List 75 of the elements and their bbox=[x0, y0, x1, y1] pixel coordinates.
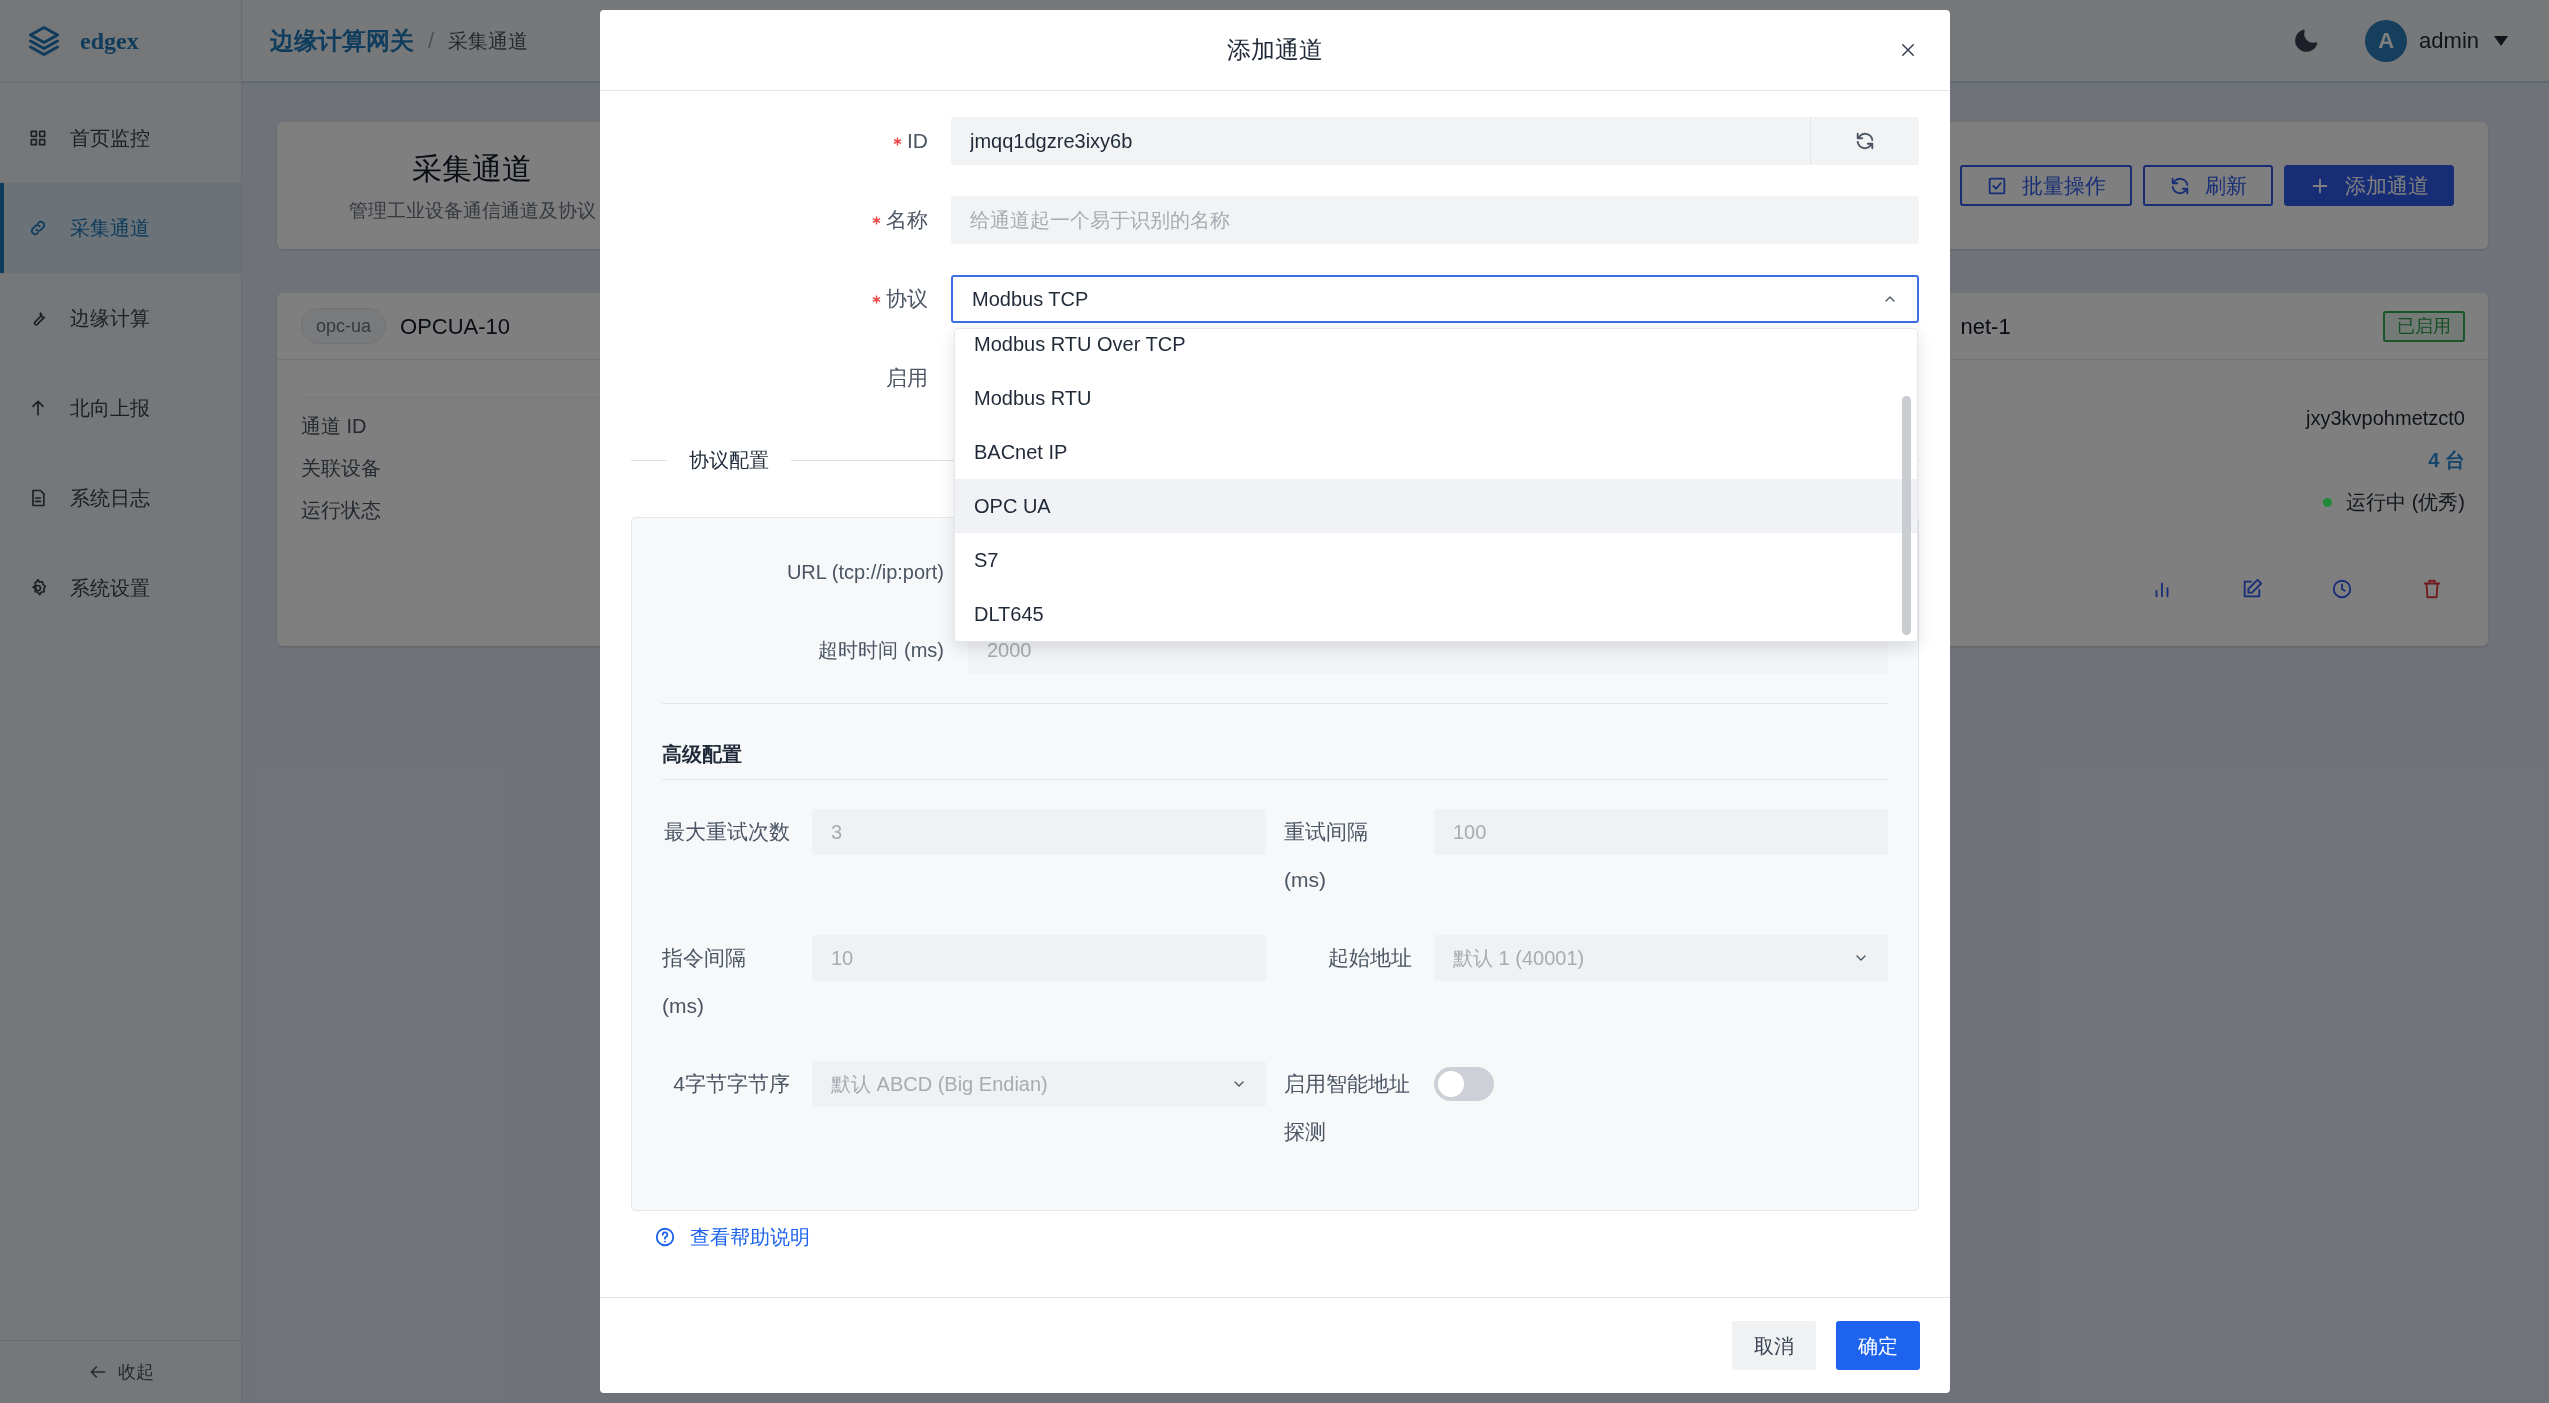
user-name[interactable]: admin bbox=[2419, 24, 2479, 57]
page-subtitle: 管理工业设备通信通道及协议 bbox=[348, 198, 596, 223]
field-label: 最大重试次数 bbox=[664, 819, 790, 845]
sidebar-item[interactable]: 系统设置 bbox=[0, 543, 241, 633]
protocol-tag: opc-ua bbox=[301, 308, 387, 344]
field-label: 指令间隔 (ms) bbox=[662, 945, 747, 1019]
field-label: 关联设备 bbox=[301, 456, 381, 481]
field-label: 通道 ID bbox=[301, 414, 367, 439]
input-field[interactable]: jmqq1dgzre3ixy6b bbox=[951, 117, 1810, 165]
status-badge: 已启用 bbox=[2383, 310, 2465, 342]
section-title: 协议配置 bbox=[689, 448, 769, 473]
field-label: URL (tcp://ip:port) bbox=[786, 560, 944, 585]
refresh-button[interactable] bbox=[1810, 117, 1919, 165]
input-field[interactable]: 100 bbox=[1434, 809, 1888, 855]
add-button[interactable]: 添加通道 bbox=[2284, 165, 2454, 206]
cancel-button[interactable]: 取消 bbox=[1732, 1321, 1816, 1370]
channel-name: net-1 bbox=[1960, 312, 2011, 341]
sidebar-item[interactable]: 采集通道 bbox=[0, 183, 241, 273]
field-label: ID bbox=[907, 128, 928, 155]
select-field[interactable]: Modbus TCP bbox=[951, 275, 1919, 323]
breadcrumb-item: 采集通道 bbox=[448, 28, 529, 54]
caret-down-icon[interactable] bbox=[2493, 34, 2509, 47]
input-field[interactable]: 给通道起一个易于识别的名称 bbox=[951, 196, 1919, 244]
help-icon bbox=[654, 1226, 676, 1248]
close-icon bbox=[1899, 41, 1917, 59]
toolbar-button[interactable]: 批量操作 bbox=[1960, 165, 2132, 206]
delete-button[interactable] bbox=[2421, 578, 2443, 600]
field-label: 名称 bbox=[886, 207, 928, 234]
edit-button[interactable] bbox=[2241, 578, 2263, 600]
trash-icon bbox=[2421, 578, 2443, 600]
dropdown-option[interactable]: S7 bbox=[955, 533, 1917, 587]
field-label: 4字节字节序 bbox=[673, 1071, 790, 1097]
section-title: 高级配置 bbox=[662, 742, 743, 767]
field-label: 启用智能地址探测 bbox=[1284, 1071, 1411, 1145]
field-label: 运行状态 bbox=[301, 498, 381, 523]
clock-icon bbox=[2331, 578, 2353, 600]
avatar[interactable]: A bbox=[2365, 19, 2408, 62]
page-title: 采集通道 bbox=[412, 150, 532, 187]
confirm-button[interactable]: 确定 bbox=[1836, 1321, 1920, 1370]
field-label: 启用 bbox=[886, 365, 928, 392]
scrollbar[interactable] bbox=[1902, 396, 1911, 635]
breadcrumb-item[interactable]: 边缘计算网关 bbox=[270, 22, 414, 59]
input-field[interactable]: 3 bbox=[812, 809, 1266, 855]
input-field[interactable]: 10 bbox=[812, 935, 1266, 981]
select-field[interactable]: 默认 ABCD (Big Endian) bbox=[812, 1061, 1266, 1107]
stacked-layers-icon bbox=[26, 23, 62, 59]
breadcrumb-separator: / bbox=[428, 27, 435, 55]
field-label: 协议 bbox=[886, 286, 928, 313]
collapse-button[interactable]: 收起 bbox=[87, 1358, 154, 1386]
edit-icon bbox=[2241, 578, 2263, 600]
logo-text: edgex bbox=[80, 27, 139, 56]
link-icon bbox=[28, 218, 48, 238]
sidebar-item[interactable]: 首页监控 bbox=[0, 93, 241, 183]
select-field[interactable]: 默认 1 (40001) bbox=[1434, 935, 1888, 981]
status-text: 运行中 (优秀) bbox=[2346, 490, 2465, 515]
toggle-switch[interactable] bbox=[1434, 1067, 1494, 1101]
device-count: 4 台 bbox=[2428, 448, 2465, 473]
field-label: 起始地址 bbox=[1328, 945, 1412, 971]
sidebar-item[interactable]: 北向上报 bbox=[0, 363, 241, 453]
field-label: 超时时间 (ms) bbox=[818, 638, 944, 663]
field-label: 重试间隔 (ms) bbox=[1284, 819, 1369, 893]
grid-icon bbox=[28, 128, 48, 148]
channel-name: OPCUA-10 bbox=[400, 312, 511, 341]
dropdown-option[interactable]: OPC UA bbox=[955, 479, 1917, 533]
sidebar-item[interactable]: 系统日志 bbox=[0, 453, 241, 543]
toolbar-button[interactable]: 刷新 bbox=[2143, 165, 2273, 206]
dialog-title: 添加通道 bbox=[1227, 35, 1323, 65]
dropdown-option[interactable]: Modbus RTU Over TCP bbox=[955, 329, 1917, 371]
dropdown-option[interactable]: BACnet IP bbox=[955, 425, 1917, 479]
history-button[interactable] bbox=[2331, 578, 2353, 600]
dropdown-option[interactable]: Modbus RTU bbox=[955, 371, 1917, 425]
sidebar-item[interactable]: 边缘计算 bbox=[0, 273, 241, 363]
refresh-icon bbox=[1854, 130, 1876, 152]
channel-id: jxy3kvpohmetzct0 bbox=[2306, 406, 2465, 431]
help-link[interactable]: 查看帮助说明 bbox=[654, 1223, 810, 1251]
